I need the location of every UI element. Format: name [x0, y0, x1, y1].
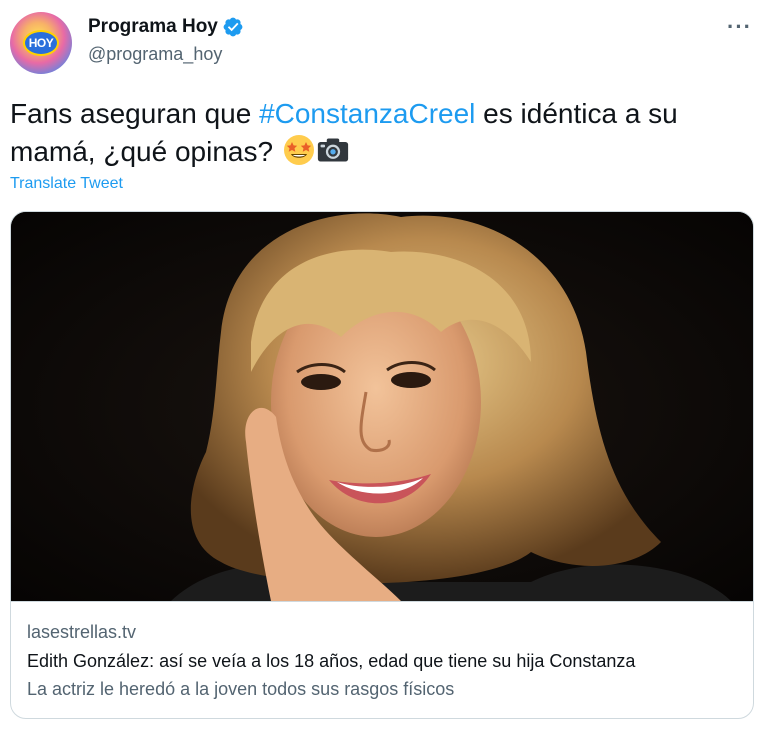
star-struck-icon	[283, 135, 314, 165]
author-display-name[interactable]: Programa Hoy	[88, 16, 218, 38]
more-options-icon[interactable]: ···	[727, 14, 752, 40]
programa-hoy-logo: HOY	[23, 30, 59, 56]
hashtag-link[interactable]: #ConstanzaCreel	[259, 98, 475, 129]
camera-icon	[317, 138, 348, 162]
author-name-row: Programa Hoy	[88, 16, 244, 38]
card-image[interactable]	[11, 212, 753, 601]
link-preview-card[interactable]: lasestrellas.tv Edith González: así se v…	[10, 211, 754, 719]
card-photo-illustration	[11, 212, 753, 601]
tweet-text: Fans aseguran que #ConstanzaCreel es idé…	[10, 95, 750, 171]
author-handle[interactable]: @programa_hoy	[88, 44, 222, 65]
card-description: La actriz le heredó a la joven todos sus…	[27, 679, 455, 699]
card-title: Edith González: así se veía a los 18 año…	[27, 651, 636, 671]
avatar[interactable]: HOY	[10, 12, 72, 74]
translate-tweet-link[interactable]: Translate Tweet	[10, 175, 123, 193]
verified-badge-icon	[223, 17, 243, 37]
card-domain: lasestrellas.tv	[27, 622, 137, 642]
tweet-text-before: Fans aseguran que	[10, 98, 260, 129]
card-footer: lasestrellas.tv Edith González: así se v…	[11, 601, 753, 718]
